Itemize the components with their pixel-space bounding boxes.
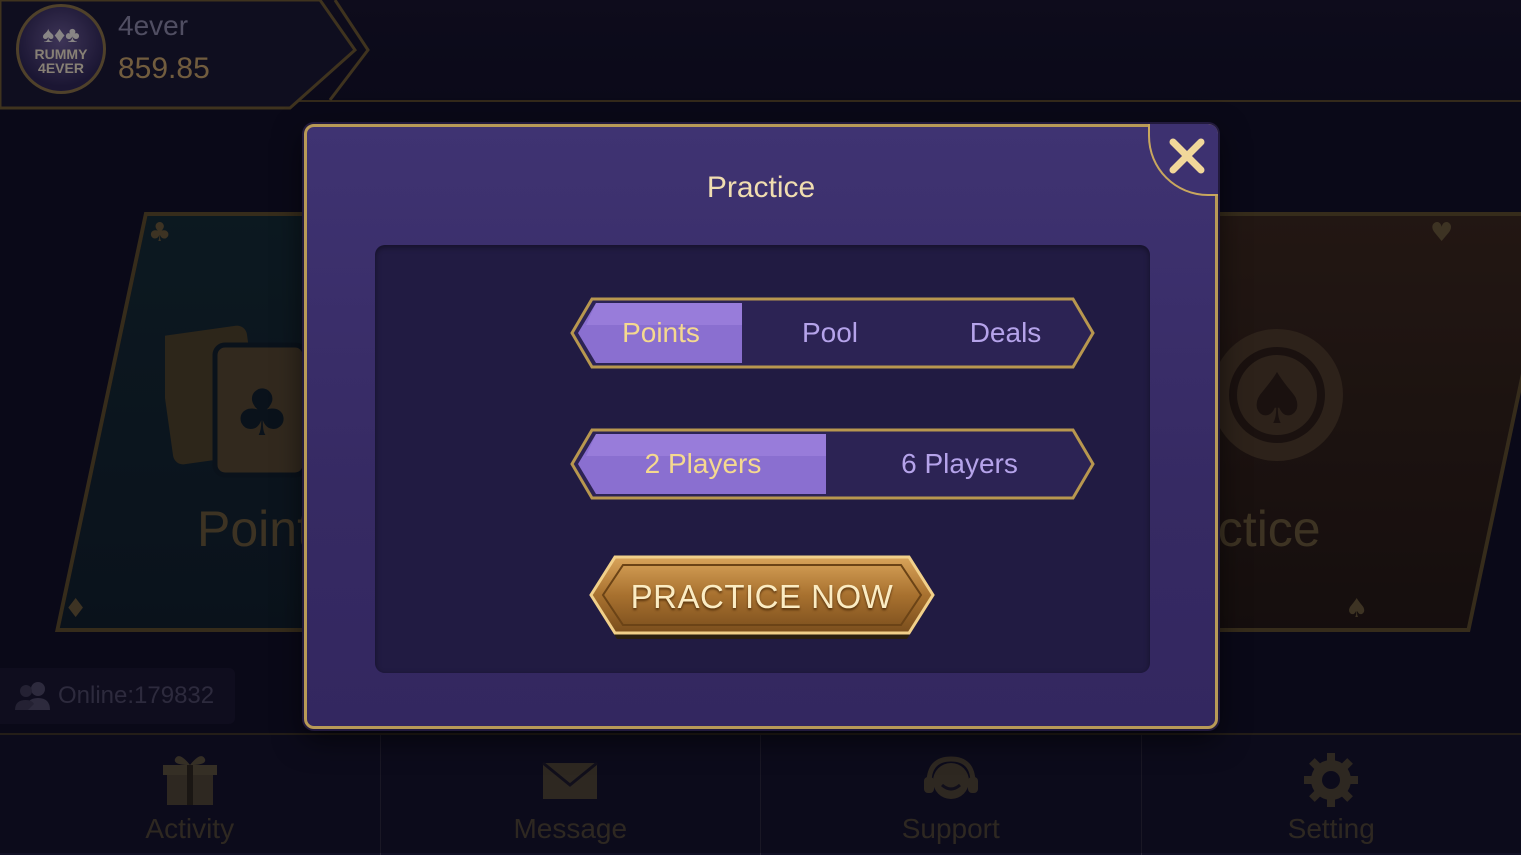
- game-type-pool[interactable]: Pool: [742, 302, 918, 364]
- players-6[interactable]: 6 Players: [826, 433, 1093, 495]
- game-type-points[interactable]: Points: [580, 302, 742, 364]
- practice-now-label: PRACTICE NOW: [587, 555, 937, 639]
- practice-dialog: Practice Points Pool Deals 2 Players: [304, 124, 1218, 729]
- game-type-deals[interactable]: Deals: [918, 302, 1093, 364]
- close-icon: [1167, 136, 1207, 176]
- players-2[interactable]: 2 Players: [580, 433, 826, 495]
- game-type-selector: Points Pool Deals: [570, 297, 1095, 369]
- practice-now-button[interactable]: PRACTICE NOW: [587, 555, 937, 645]
- options-panel: Points Pool Deals 2 Players 6 Players: [375, 245, 1150, 673]
- player-count-selector: 2 Players 6 Players: [570, 428, 1095, 500]
- dialog-title: Practice: [307, 171, 1215, 205]
